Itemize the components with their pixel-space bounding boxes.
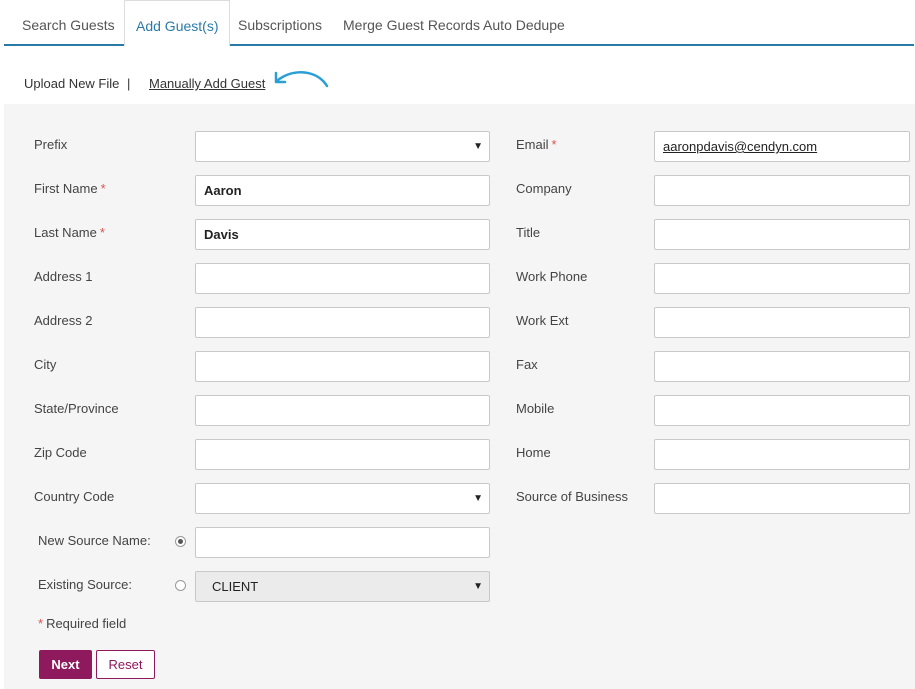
fax-input[interactable] [654,351,910,382]
city-label: City [34,357,57,372]
dropdown-caret-icon: ▼ [473,493,483,504]
mobile-input[interactable] [654,395,910,426]
prefix-select[interactable]: ▼ [195,131,490,162]
work-ext-label: Work Ext [516,313,569,328]
next-button[interactable]: Next [39,650,92,679]
add-guest-form: Prefix First Name * Last Name * Address 1 … [4,104,915,689]
state-label: State/Province [34,401,119,416]
work-phone-label: Work Phone [516,269,588,284]
existing-source-label: Existing Source: [38,577,132,592]
title-label: Title [516,225,541,240]
source-of-business-input[interactable] [654,483,910,514]
manually-add-guest-link[interactable]: Manually Add Guest [149,76,265,91]
zip-label: Zip Code [34,445,87,460]
fax-label: Fax [516,357,538,372]
dropdown-caret-icon: ▼ [473,581,483,592]
work-ext-input[interactable] [654,307,910,338]
last-name-label: Last Name * [34,225,105,240]
guest-tabs: Search Guests Add Guest(s) Subscriptions… [4,0,914,47]
new-source-radio[interactable] [175,536,186,547]
address2-label: Address 2 [34,313,93,328]
upload-new-file-link[interactable]: Upload New File [24,76,119,91]
reset-button[interactable]: Reset [96,650,155,679]
first-name-label: First Name * [34,181,106,196]
address1-label: Address 1 [34,269,93,284]
source-of-business-label: Source of Business [516,489,629,504]
email-input[interactable]: aaronpdavis@cendyn.com [654,131,910,162]
required-marker: * [551,137,557,152]
address2-input[interactable] [195,307,490,338]
last-name-input[interactable]: Davis [195,219,490,250]
address1-input[interactable] [195,263,490,294]
subnav-separator: | [127,76,131,91]
state-input[interactable] [195,395,490,426]
prefix-label: Prefix [34,137,68,152]
tab-subscriptions[interactable]: Subscriptions [238,0,322,44]
required-marker: * [99,225,105,240]
existing-source-radio[interactable] [175,580,186,591]
dropdown-caret-icon: ▼ [473,141,483,152]
country-label: Country Code [34,489,115,504]
home-input[interactable] [654,439,910,470]
email-label: Email * [516,137,557,152]
tab-add-guests[interactable]: Add Guest(s) [124,0,231,47]
work-phone-input[interactable] [654,263,910,294]
company-label: Company [516,181,572,196]
required-field-note: * Required field [38,616,127,631]
title-input[interactable] [654,219,910,250]
existing-source-select[interactable]: CLIENT ▼ [195,571,490,602]
new-source-input[interactable] [195,527,490,558]
curved-arrow-icon [274,71,329,88]
first-name-input[interactable]: Aaron [195,175,490,206]
tab-search-guests[interactable]: Search Guests [22,0,115,44]
mobile-label: Mobile [516,401,555,416]
company-input[interactable] [654,175,910,206]
city-input[interactable] [195,351,490,382]
tab-merge-guest-records[interactable]: Merge Guest Records Auto Dedupe [343,0,565,44]
zip-input[interactable] [195,439,490,470]
home-label: Home [516,445,551,460]
country-select[interactable]: ▼ [195,483,490,514]
new-source-label: New Source Name: [38,533,151,548]
required-marker: * [100,181,106,196]
